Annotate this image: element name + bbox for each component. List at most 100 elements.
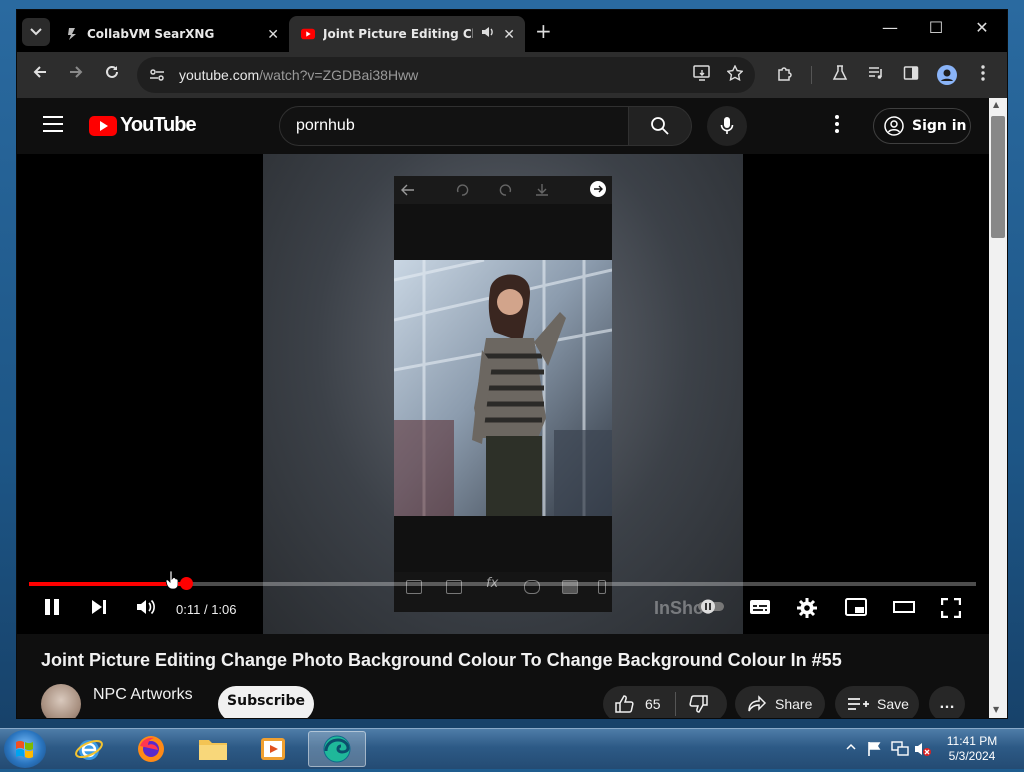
cast-install-icon[interactable] [693, 65, 711, 85]
subtitles-button[interactable] [749, 598, 771, 621]
like-button[interactable]: 65 [615, 695, 661, 713]
share-button[interactable]: Share [735, 686, 825, 718]
back-button[interactable] [28, 63, 52, 87]
sign-in-label: Sign in [912, 118, 967, 134]
page-scrollbar[interactable]: ▲ ▼ [989, 98, 1007, 718]
time-display: 0:11 / 1:06 [176, 602, 237, 617]
video-title: Joint Picture Editing Change Photo Backg… [41, 650, 842, 670]
folder-icon [199, 740, 227, 760]
more-actions-button[interactable]: … [929, 686, 965, 718]
pause-icon [45, 599, 59, 615]
youtube-logo[interactable]: YouTube [89, 114, 197, 137]
side-panel-icon[interactable] [900, 65, 922, 85]
close-window-button[interactable]: ✕ [966, 18, 998, 37]
clock-date: 5/3/2024 [948, 749, 996, 763]
tab-collabvm-searxng[interactable]: CollabVM SearXNG ✕ [53, 16, 289, 52]
bookmark-star-icon[interactable] [726, 64, 744, 85]
like-divider [674, 692, 676, 716]
edge-browser-icon [323, 735, 351, 763]
scrollbar-thumb[interactable] [991, 116, 1005, 238]
microphone-icon [720, 117, 734, 134]
thumbs-up-icon [615, 695, 634, 713]
autoplay-toggle[interactable] [697, 598, 727, 619]
mute-button[interactable] [136, 598, 156, 621]
address-bar[interactable]: youtube.com/watch?v=ZGDBai38Hww [137, 57, 755, 93]
scroll-up-arrow-icon[interactable]: ▲ [993, 100, 999, 109]
next-video-button[interactable] [90, 598, 108, 621]
taskbar-file-explorer[interactable] [186, 731, 240, 767]
theater-mode-button[interactable] [893, 598, 915, 621]
forward-button[interactable] [64, 63, 88, 87]
search-input[interactable]: pornhub [279, 106, 629, 146]
arrow-right-icon [70, 66, 83, 78]
profile-avatar-icon[interactable] [936, 65, 958, 89]
fullscreen-icon [940, 597, 962, 619]
channel-name[interactable]: NPC Artworks [93, 686, 193, 704]
channel-avatar[interactable] [41, 684, 81, 718]
guide-menu-icon[interactable] [43, 116, 63, 137]
system-clock[interactable]: 11:41 PM 5/3/2024 [930, 734, 1014, 764]
taskbar-firefox[interactable] [124, 731, 178, 767]
chevron-down-icon [30, 28, 42, 36]
new-tab-button[interactable]: + [535, 20, 552, 42]
video-player[interactable]: fx 0:11 / 1:06 InShot [17, 154, 989, 634]
arrow-left-icon [33, 66, 46, 78]
network-icon[interactable] [891, 741, 909, 760]
search-icon [651, 117, 669, 135]
sign-in-button[interactable]: Sign in [873, 108, 971, 144]
youtube-play-logo-icon [89, 115, 117, 136]
site-info-icon[interactable] [147, 65, 167, 85]
thumbs-down-icon [688, 695, 708, 713]
tab-youtube-video[interactable]: Joint Picture Editing Chang ✕ [289, 16, 525, 52]
windows-logo-icon [16, 740, 33, 759]
fullscreen-button[interactable] [940, 597, 962, 623]
skip-next-icon [92, 600, 106, 614]
dislike-button[interactable] [688, 695, 708, 713]
url-path: /watch?v=ZGDBai38Hww [259, 67, 419, 83]
closed-captions-icon [750, 600, 770, 614]
browser-menu-icon[interactable] [972, 65, 994, 85]
share-label: Share [775, 696, 813, 712]
url-text: youtube.com/watch?v=ZGDBai38Hww [179, 67, 418, 83]
video-duration: 1:06 [211, 602, 237, 617]
taskbar-chrome-active[interactable] [308, 731, 366, 767]
voice-search-button[interactable] [707, 106, 747, 146]
search-query-text: pornhub [296, 117, 355, 134]
reload-button[interactable] [100, 63, 124, 87]
miniplayer-icon [845, 598, 867, 616]
extensions-puzzle-icon[interactable] [774, 65, 796, 85]
miniplayer-button[interactable] [845, 598, 867, 621]
close-tab-icon[interactable]: ✕ [503, 27, 515, 43]
browser-toolbar: youtube.com/watch?v=ZGDBai38Hww [17, 52, 1007, 98]
youtube-favicon-icon [301, 27, 315, 41]
mouse-cursor-hand-icon [166, 570, 178, 590]
maximize-button[interactable]: ☐ [920, 18, 952, 37]
tab-search-button[interactable] [22, 18, 50, 46]
scroll-down-arrow-icon[interactable]: ▼ [993, 705, 999, 714]
firefox-icon [138, 736, 164, 762]
settings-button[interactable] [797, 598, 817, 623]
current-time: 0:11 [176, 602, 201, 617]
minimize-button[interactable]: — [874, 18, 906, 37]
progress-scrubber-handle[interactable] [180, 577, 194, 590]
subscribe-button[interactable]: Subscribe [218, 686, 314, 718]
youtube-page: YouTube pornhub Sign in fx 0:11 / 1:06 I… [17, 98, 989, 718]
tab-title: CollabVM SearXNG [87, 27, 215, 41]
action-center-flag-icon[interactable] [867, 741, 883, 760]
labs-flask-icon[interactable] [829, 65, 851, 85]
show-hidden-icons[interactable] [846, 741, 856, 755]
youtube-header: YouTube pornhub Sign in [17, 98, 989, 154]
search-button[interactable] [628, 106, 692, 146]
clock-time: 11:41 PM [946, 734, 998, 748]
pause-button[interactable] [43, 598, 61, 621]
speaker-audio-icon[interactable] [481, 25, 495, 42]
start-button[interactable] [4, 730, 46, 768]
taskbar-media-player[interactable] [246, 731, 300, 767]
settings-menu-icon[interactable] [835, 114, 839, 138]
taskbar-internet-explorer[interactable] [62, 731, 116, 767]
searxng-favicon-icon [65, 27, 79, 41]
save-button[interactable]: Save [835, 686, 919, 718]
close-tab-icon[interactable]: ✕ [267, 27, 279, 43]
media-queue-icon[interactable] [865, 65, 887, 85]
taskbar: 11:41 PM 5/3/2024 [0, 728, 1024, 769]
